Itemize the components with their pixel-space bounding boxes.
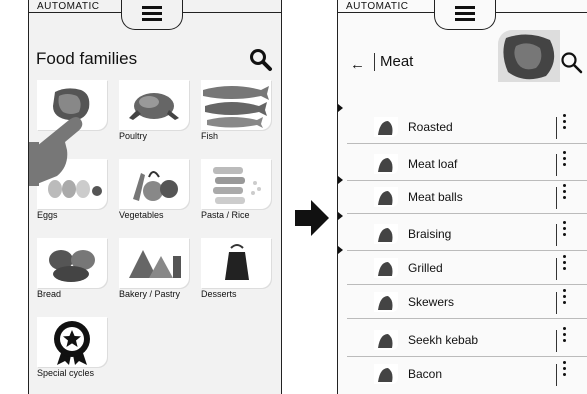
- list-item[interactable]: Bacon: [347, 357, 587, 391]
- page-title: Food families: [36, 49, 138, 68]
- list-item-label: Roasted: [408, 120, 453, 134]
- tile-image: [119, 159, 189, 209]
- more-options-icon[interactable]: [562, 221, 568, 239]
- mode-label: AUTOMATIC: [37, 1, 104, 12]
- fish-icon: [203, 86, 269, 128]
- meat-thumbnail: [374, 187, 398, 207]
- meat-thumbnail: [374, 292, 398, 312]
- row-separator: [347, 143, 587, 144]
- tile-image: [119, 238, 189, 288]
- hand-pointer-icon: [29, 117, 83, 186]
- list-item-label: Braising: [408, 227, 452, 241]
- meat-screen: AUTOMATIC ← Meat Roasted Meat loaf Meat …: [337, 0, 587, 394]
- meat-header-image: [498, 30, 560, 82]
- menu-tab[interactable]: [121, 0, 183, 30]
- more-options-icon[interactable]: [562, 114, 568, 132]
- list-item[interactable]: Skewers: [347, 285, 587, 319]
- tile-poultry[interactable]: Poultry: [119, 80, 189, 142]
- right-arrow-icon: [295, 200, 329, 236]
- row-separator: [347, 213, 587, 214]
- tile-image: [37, 238, 107, 288]
- tile-image: [201, 159, 271, 209]
- expand-arrow-icon[interactable]: [338, 104, 343, 112]
- meat-thumbnail: [374, 330, 398, 350]
- more-options-icon[interactable]: [562, 327, 568, 345]
- row-divider: [556, 224, 557, 246]
- tile-image: [201, 80, 271, 130]
- tile-label: Pasta / Rice: [201, 210, 250, 220]
- poultry-icon: [129, 93, 179, 120]
- list-item-label: Skewers: [408, 295, 455, 309]
- tile-image: [119, 80, 189, 130]
- more-options-icon[interactable]: [562, 289, 568, 307]
- more-options-icon[interactable]: [562, 255, 568, 273]
- more-options-icon[interactable]: [562, 151, 568, 169]
- list-item[interactable]: Meat loaf: [347, 147, 587, 181]
- tile-label: Desserts: [201, 289, 237, 299]
- tile-special-cycles[interactable]: Special cycles: [37, 317, 107, 379]
- row-separator: [347, 318, 587, 319]
- hamburger-menu-icon[interactable]: [455, 6, 475, 24]
- tile-label: Special cycles: [37, 368, 95, 378]
- row-divider: [556, 364, 557, 386]
- tile-image: [37, 317, 107, 367]
- tile-label: Fish: [201, 131, 219, 141]
- tile-image: [201, 238, 271, 288]
- pasta-icon: [213, 167, 261, 204]
- menu-tab[interactable]: [434, 0, 496, 30]
- list-item[interactable]: Meat balls: [347, 180, 587, 214]
- tile-label: Poultry: [119, 131, 148, 141]
- hamburger-menu-icon[interactable]: [142, 6, 162, 24]
- bread-icon: [49, 250, 95, 282]
- search-icon[interactable]: [249, 48, 273, 72]
- search-icon[interactable]: [560, 51, 584, 75]
- row-divider: [556, 187, 557, 209]
- meat-thumbnail: [374, 364, 398, 384]
- tile-fish[interactable]: Fish: [201, 80, 271, 142]
- special-cycles-icon: [54, 321, 90, 365]
- top-bar: AUTOMATIC: [338, 0, 587, 30]
- mode-label: AUTOMATIC: [346, 1, 413, 12]
- meat-thumbnail: [374, 258, 398, 278]
- header-separator: [374, 53, 375, 71]
- tile-bakery-pastry[interactable]: Bakery / Pastry: [119, 238, 189, 300]
- back-arrow-icon[interactable]: ←: [350, 56, 365, 73]
- meat-thumbnail: [374, 154, 398, 174]
- bakery-icon: [129, 250, 181, 278]
- tile-label: Bakery / Pastry: [119, 289, 181, 299]
- tile-desserts[interactable]: Desserts: [201, 238, 271, 300]
- tile-label: Eggs: [37, 210, 58, 220]
- list-item[interactable]: Seekh kebab: [347, 323, 587, 357]
- food-families-screen: AUTOMATIC Food families Poultry Fish Egg…: [28, 0, 282, 394]
- row-divider: [556, 154, 557, 176]
- meat-thumbnail: [374, 224, 398, 244]
- tile-label: Bread: [37, 289, 62, 299]
- row-divider: [556, 117, 557, 139]
- expand-arrow-icon[interactable]: [338, 246, 343, 254]
- list-item[interactable]: Braising: [347, 217, 587, 251]
- list-item-label: Meat loaf: [408, 157, 458, 171]
- row-divider: [556, 330, 557, 352]
- page-title: Meat: [380, 53, 414, 70]
- desserts-icon: [225, 244, 249, 280]
- row-divider: [556, 292, 557, 314]
- top-bar: AUTOMATIC: [29, 0, 281, 30]
- tile-bread[interactable]: Bread: [37, 238, 107, 300]
- list-item-label: Bacon: [408, 367, 443, 381]
- tile-vegetables[interactable]: Vegetables: [119, 159, 189, 221]
- more-options-icon[interactable]: [562, 184, 568, 202]
- tile-pasta-rice[interactable]: Pasta / Rice: [201, 159, 271, 221]
- tile-label: Vegetables: [119, 210, 164, 220]
- meat-thumbnail: [374, 117, 398, 137]
- list-item[interactable]: Grilled: [347, 251, 587, 285]
- list-item[interactable]: Roasted: [347, 110, 587, 144]
- expand-arrow-icon[interactable]: [338, 212, 343, 220]
- vegetables-icon: [133, 171, 178, 201]
- more-options-icon[interactable]: [562, 361, 568, 379]
- list-item-label: Seekh kebab: [408, 333, 479, 347]
- list-item-label: Grilled: [408, 261, 443, 275]
- expand-arrow-icon[interactable]: [338, 176, 343, 184]
- list-item-label: Meat balls: [408, 190, 463, 204]
- row-divider: [556, 258, 557, 280]
